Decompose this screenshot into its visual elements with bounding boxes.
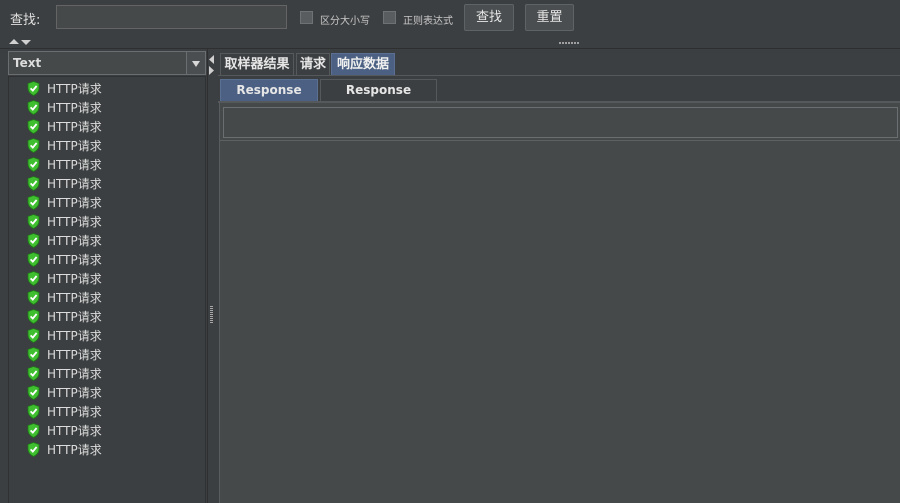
chevron-down-icon bbox=[192, 61, 200, 67]
green-shield-check-icon bbox=[27, 328, 40, 343]
tree-item-label: HTTP请求 bbox=[47, 329, 102, 343]
green-shield-check-icon bbox=[27, 157, 40, 172]
tree-item[interactable]: HTTP请求 bbox=[27, 174, 102, 193]
green-shield-check-icon bbox=[27, 81, 40, 96]
green-shield-check-icon bbox=[27, 442, 40, 457]
tree-item[interactable]: HTTP请求 bbox=[27, 117, 102, 136]
tree-item-label: HTTP请求 bbox=[47, 253, 102, 267]
tree-item-label: HTTP请求 bbox=[47, 82, 102, 96]
tree-item-label: HTTP请求 bbox=[47, 234, 102, 248]
green-shield-check-icon bbox=[27, 195, 40, 210]
tree-item-label: HTTP请求 bbox=[47, 291, 102, 305]
tree-item[interactable]: HTTP请求 bbox=[27, 345, 102, 364]
case-sensitive-label: 区分大小写 bbox=[320, 16, 370, 27]
vertical-splitter[interactable] bbox=[207, 49, 217, 503]
tree-item[interactable]: HTTP请求 bbox=[27, 212, 102, 231]
splitter-arrows-icon[interactable] bbox=[208, 54, 215, 76]
tab-request[interactable]: 请求 bbox=[296, 53, 330, 75]
tree-item[interactable]: HTTP请求 bbox=[27, 79, 102, 98]
tree-item[interactable]: HTTP请求 bbox=[27, 383, 102, 402]
tree-item-label: HTTP请求 bbox=[47, 310, 102, 324]
green-shield-check-icon bbox=[27, 252, 40, 267]
tree-item-label: HTTP请求 bbox=[47, 367, 102, 381]
toolbar-separator bbox=[0, 48, 900, 49]
tree-item[interactable]: HTTP请求 bbox=[27, 136, 102, 155]
tree-item-label: HTTP请求 bbox=[47, 348, 102, 362]
tree-item-label: HTTP请求 bbox=[47, 139, 102, 153]
green-shield-check-icon bbox=[27, 366, 40, 381]
green-shield-check-icon bbox=[27, 214, 40, 229]
green-shield-check-icon bbox=[27, 423, 40, 438]
collapse-arrows-icon[interactable] bbox=[8, 37, 36, 47]
tab-baseline bbox=[218, 75, 900, 76]
tree-item[interactable]: HTTP请求 bbox=[27, 269, 102, 288]
green-shield-check-icon bbox=[27, 404, 40, 419]
response-separator bbox=[220, 140, 900, 141]
search-label: 查找: bbox=[10, 13, 41, 28]
result-tree[interactable]: HTTP请求 HTTP请求 HTTP请求 HTTP请求 HTTP请求 HTTP请求 HTTP… bbox=[8, 76, 206, 503]
search-input[interactable] bbox=[56, 5, 287, 29]
tree-item[interactable]: HTTP请求 bbox=[27, 155, 102, 174]
green-shield-check-icon bbox=[27, 176, 40, 191]
green-shield-check-icon bbox=[27, 347, 40, 362]
tree-item-label: HTTP请求 bbox=[47, 386, 102, 400]
dropdown-arrow-button[interactable] bbox=[186, 52, 205, 74]
tree-item[interactable]: HTTP请求 bbox=[27, 402, 102, 421]
tab-sampler-result[interactable]: 取样器结果 bbox=[220, 53, 294, 75]
green-shield-check-icon bbox=[27, 119, 40, 134]
green-shield-check-icon bbox=[27, 233, 40, 248]
case-sensitive-checkbox[interactable] bbox=[300, 11, 313, 24]
tree-item[interactable]: HTTP请求 bbox=[27, 440, 102, 459]
vertical-splitter-grip-icon[interactable] bbox=[209, 306, 214, 324]
tree-item-label: HTTP请求 bbox=[47, 443, 102, 457]
reset-button[interactable]: 重置 bbox=[525, 4, 574, 31]
subtab-response-headers[interactable]: Response headers bbox=[320, 79, 437, 118]
tree-item-label: HTTP请求 bbox=[47, 158, 102, 172]
tree-item-label: HTTP请求 bbox=[47, 405, 102, 419]
horizontal-splitter-grip-icon[interactable] bbox=[559, 41, 579, 45]
tree-item[interactable]: HTTP请求 bbox=[27, 98, 102, 117]
tree-item[interactable]: HTTP请求 bbox=[27, 193, 102, 212]
response-body-panel[interactable] bbox=[219, 103, 900, 503]
tree-item-label: HTTP请求 bbox=[47, 424, 102, 438]
tree-item-label: HTTP请求 bbox=[47, 215, 102, 229]
tab-response-data[interactable]: 响应数据 bbox=[331, 53, 395, 75]
tree-item-label: HTTP请求 bbox=[47, 177, 102, 191]
green-shield-check-icon bbox=[27, 385, 40, 400]
green-shield-check-icon bbox=[27, 100, 40, 115]
tree-item-label: HTTP请求 bbox=[47, 120, 102, 134]
green-shield-check-icon bbox=[27, 290, 40, 305]
regex-label: 正则表达式 bbox=[403, 16, 453, 27]
tree-item[interactable]: HTTP请求 bbox=[27, 231, 102, 250]
tree-item[interactable]: HTTP请求 bbox=[27, 307, 102, 326]
renderer-selected-value: Text bbox=[13, 56, 42, 70]
tree-item[interactable]: HTTP请求 bbox=[27, 364, 102, 383]
regex-checkbox[interactable] bbox=[383, 11, 396, 24]
response-search-field[interactable] bbox=[223, 107, 898, 138]
renderer-select[interactable]: Text bbox=[8, 51, 206, 75]
tree-item-label: HTTP请求 bbox=[47, 272, 102, 286]
find-button[interactable]: 查找 bbox=[464, 4, 514, 31]
green-shield-check-icon bbox=[27, 271, 40, 286]
subtab-response-body[interactable]: Response Body bbox=[220, 79, 318, 118]
green-shield-check-icon bbox=[27, 138, 40, 153]
tree-item[interactable]: HTTP请求 bbox=[27, 421, 102, 440]
green-shield-check-icon bbox=[27, 309, 40, 324]
tree-item-label: HTTP请求 bbox=[47, 101, 102, 115]
tree-item[interactable]: HTTP请求 bbox=[27, 326, 102, 345]
tree-item[interactable]: HTTP请求 bbox=[27, 288, 102, 307]
tree-item[interactable]: HTTP请求 bbox=[27, 250, 102, 269]
tree-item-label: HTTP请求 bbox=[47, 196, 102, 210]
